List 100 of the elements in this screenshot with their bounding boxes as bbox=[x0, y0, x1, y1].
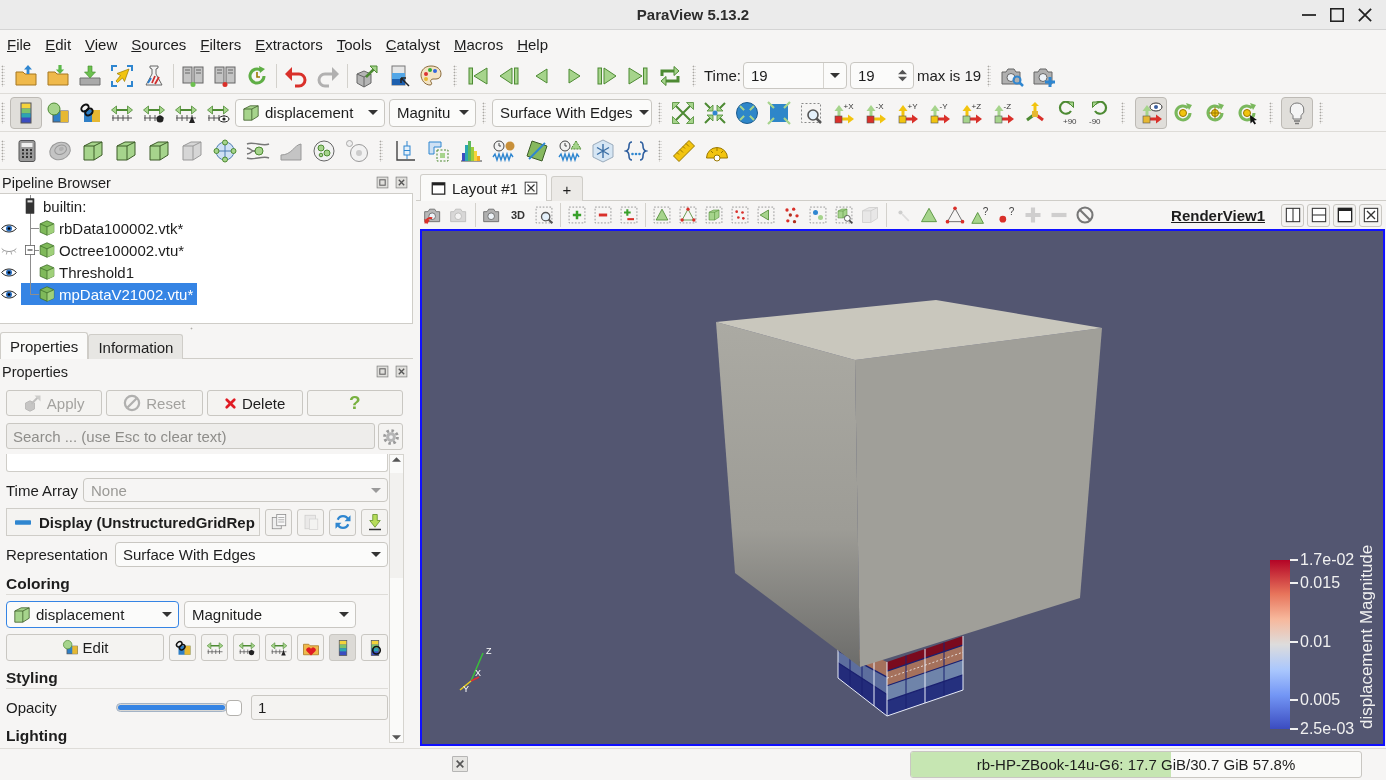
float-icon[interactable] bbox=[376, 176, 389, 189]
opacity-field[interactable]: 1 bbox=[251, 695, 388, 720]
circular-arrow-icon[interactable] bbox=[1235, 100, 1259, 125]
clear-button[interactable] bbox=[452, 755, 470, 774]
favorites-button[interactable] bbox=[297, 634, 324, 661]
panel-tab[interactable]: Properties bbox=[0, 332, 89, 359]
selection-icon[interactable] bbox=[756, 205, 776, 225]
square-arrows-icon[interactable] bbox=[767, 100, 791, 125]
eye-icon[interactable] bbox=[1, 222, 17, 234]
legend-toggle-button[interactable] bbox=[10, 96, 42, 129]
palette-icon[interactable] bbox=[419, 63, 443, 88]
component-dropdown[interactable]: Magnitu bbox=[389, 98, 476, 127]
snowflake-icon[interactable] bbox=[590, 138, 615, 163]
menu-item[interactable]: Tools bbox=[329, 35, 379, 53]
scrollbar[interactable] bbox=[389, 454, 404, 743]
minimize-icon[interactable] bbox=[1302, 13, 1316, 16]
triangle-icon[interactable] bbox=[945, 205, 965, 225]
braces-icon[interactable] bbox=[623, 138, 648, 163]
clock-wave-icon[interactable] bbox=[557, 138, 582, 163]
cube-icon[interactable] bbox=[80, 138, 105, 163]
maximize-button[interactable] bbox=[1333, 203, 1356, 227]
flask-icon[interactable] bbox=[142, 63, 166, 88]
legend-edit-button[interactable] bbox=[361, 634, 388, 661]
pointer-icon[interactable] bbox=[110, 63, 134, 88]
projection-button[interactable]: 3D bbox=[505, 203, 531, 227]
collapse-arrows-icon[interactable] bbox=[703, 100, 727, 125]
section-header[interactable]: Display (UnstructuredGridRep bbox=[6, 508, 260, 536]
float-icon[interactable] bbox=[376, 365, 389, 378]
box-arrow-icon[interactable] bbox=[355, 63, 379, 88]
eye-icon[interactable] bbox=[1, 288, 17, 300]
download-icon[interactable] bbox=[78, 63, 102, 88]
search-field[interactable]: Search ... (use Esc to clear text) bbox=[6, 423, 375, 449]
cube-icon[interactable] bbox=[146, 138, 171, 163]
close-icon[interactable] bbox=[395, 176, 408, 189]
bar-chart-icon[interactable] bbox=[458, 138, 483, 163]
menu-item[interactable]: Catalyst bbox=[378, 35, 447, 53]
pipeline-item[interactable]: Threshold1 bbox=[39, 261, 139, 283]
new-tab-button[interactable]: + bbox=[550, 176, 583, 201]
ruler-icon[interactable] bbox=[671, 138, 696, 163]
dots-icon[interactable] bbox=[782, 205, 802, 225]
cube-icon[interactable] bbox=[179, 138, 204, 163]
triangle-icon[interactable] bbox=[919, 205, 939, 225]
menu-item[interactable]: File bbox=[0, 35, 39, 53]
cube-icon[interactable] bbox=[113, 138, 138, 163]
menu-item[interactable]: Edit bbox=[38, 35, 79, 53]
legend-toggle-button[interactable] bbox=[329, 634, 356, 661]
layout-tab[interactable]: Layout #1 bbox=[420, 174, 547, 201]
clock-wave-icon[interactable] bbox=[491, 138, 516, 163]
pipeline-item[interactable]: rbData100002.vtk* bbox=[21, 217, 188, 239]
reload-button[interactable] bbox=[329, 508, 356, 536]
zoom-box-icon[interactable] bbox=[534, 205, 554, 225]
array-dropdown[interactable]: displacement bbox=[6, 601, 179, 628]
selection-icon[interactable] bbox=[834, 205, 854, 225]
selection-icon[interactable] bbox=[425, 138, 450, 163]
component-dropdown[interactable]: Magnitude bbox=[184, 601, 356, 628]
time-spinbox[interactable]: 19 bbox=[849, 62, 914, 89]
expand-arrows-icon[interactable] bbox=[671, 100, 695, 125]
minus-icon[interactable] bbox=[15, 519, 31, 525]
selection-icon[interactable] bbox=[808, 205, 828, 225]
pipeline-item[interactable]: builtin: bbox=[21, 195, 91, 217]
server-icon[interactable] bbox=[181, 63, 205, 88]
selection-icon[interactable] bbox=[593, 205, 613, 225]
zoom-box-icon[interactable] bbox=[799, 100, 823, 125]
menu-item[interactable]: Filters bbox=[193, 35, 249, 53]
selection-icon[interactable] bbox=[730, 205, 750, 225]
pipeline-item[interactable]: Octree100002.vtu* bbox=[21, 239, 189, 261]
menu-item[interactable]: Extractors bbox=[248, 35, 330, 53]
circles-icon[interactable] bbox=[344, 138, 369, 163]
rescale-button[interactable] bbox=[233, 634, 260, 661]
orientation-axes-toggle[interactable] bbox=[1135, 96, 1167, 129]
slider-handle[interactable] bbox=[226, 699, 242, 716]
maximize-icon[interactable] bbox=[1330, 7, 1344, 22]
close-button[interactable] bbox=[1359, 203, 1382, 227]
forbidden-icon[interactable] bbox=[1075, 205, 1095, 225]
representation-dropdown[interactable]: Surface With Edges bbox=[115, 542, 388, 567]
split-button[interactable] bbox=[1307, 203, 1330, 227]
folder-icon[interactable] bbox=[14, 63, 38, 88]
download-button[interactable] bbox=[361, 508, 388, 536]
menu-item[interactable]: Help bbox=[510, 35, 555, 53]
split-button[interactable] bbox=[1281, 203, 1304, 227]
color-map-icon[interactable] bbox=[46, 100, 70, 125]
selection-icon[interactable] bbox=[567, 205, 587, 225]
circles-icon[interactable] bbox=[311, 138, 336, 163]
time-combobox[interactable]: 19 bbox=[742, 62, 847, 89]
loop-icon[interactable] bbox=[658, 63, 682, 88]
circle-arrows-icon[interactable] bbox=[735, 100, 759, 125]
eye-icon[interactable] bbox=[1, 266, 17, 278]
close-icon[interactable] bbox=[395, 365, 408, 378]
close-icon[interactable] bbox=[1358, 7, 1372, 22]
selection-icon[interactable] bbox=[678, 205, 698, 225]
link-button[interactable] bbox=[169, 634, 196, 661]
selection-icon[interactable] bbox=[619, 205, 639, 225]
pipeline-item[interactable]: mpDataV21002.vtu* bbox=[21, 283, 198, 305]
copy-button[interactable] bbox=[265, 508, 292, 536]
selection-icon[interactable] bbox=[652, 205, 672, 225]
collapse-icon[interactable] bbox=[25, 245, 35, 255]
close-icon[interactable] bbox=[523, 181, 538, 195]
server-icon[interactable] bbox=[213, 63, 237, 88]
folder-icon[interactable] bbox=[46, 63, 70, 88]
menu-item[interactable]: Sources bbox=[124, 35, 194, 53]
